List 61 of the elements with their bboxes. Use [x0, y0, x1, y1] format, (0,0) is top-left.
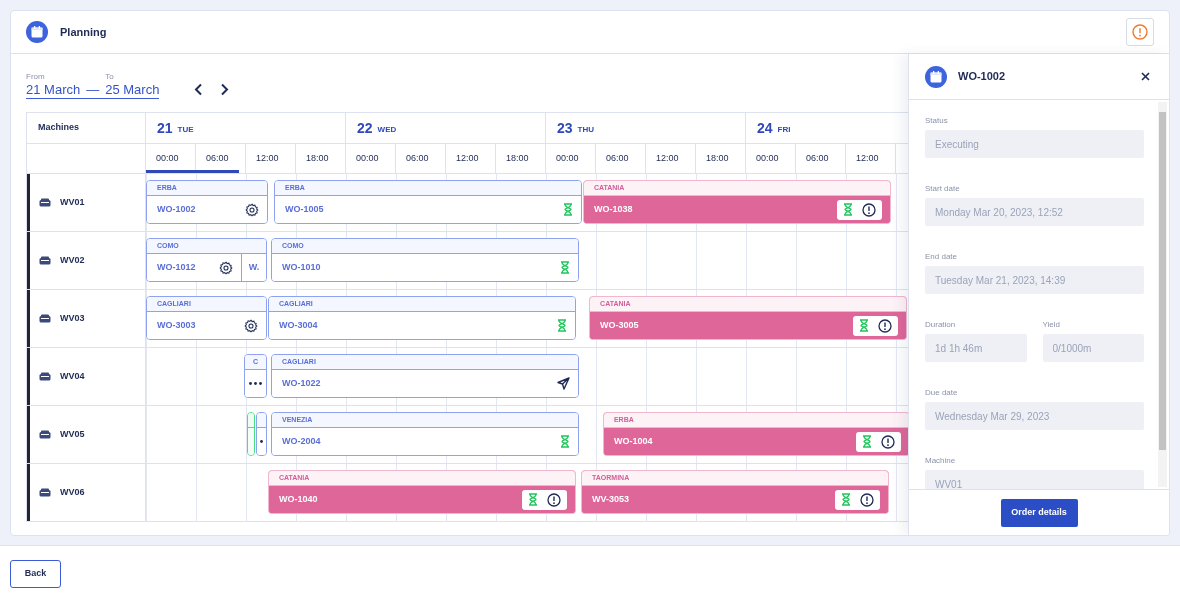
- time-label: 00:00: [556, 151, 579, 165]
- order-code: WO-1005: [285, 202, 324, 216]
- order-code: WO-1010: [282, 260, 321, 274]
- order-code: WO-1012: [157, 260, 196, 274]
- time-label: 06:00: [206, 151, 229, 165]
- field-label: Machine: [925, 456, 957, 466]
- back-button[interactable]: Back: [10, 559, 61, 588]
- field-label: Duration: [925, 320, 957, 330]
- machine-name: WV03: [60, 311, 85, 325]
- range-separator: —: [86, 82, 100, 97]
- time-label: 18:00: [306, 151, 329, 165]
- order-code: WO-1022: [282, 376, 321, 390]
- time-label: 00:00: [356, 151, 379, 165]
- column-heading: Machines: [38, 121, 79, 135]
- panel-title: WO-1002: [958, 69, 1006, 85]
- time-label: 06:00: [806, 151, 829, 165]
- order-code: WV-3053: [592, 492, 630, 506]
- time-label: 00:00: [756, 151, 779, 165]
- day-number: 22: [357, 118, 373, 138]
- order-code: WO-1002: [157, 202, 196, 216]
- to-label: To: [105, 72, 115, 81]
- time-label: 18:00: [706, 151, 729, 165]
- field-label: Yield: [1042, 320, 1061, 330]
- time-label: 12:00: [456, 151, 479, 165]
- from-date: 21 March: [26, 82, 81, 97]
- order-code: WO-3005: [600, 318, 639, 332]
- time-label: 06:00: [606, 151, 629, 165]
- order-code: WO-1038: [593, 202, 633, 216]
- time-label: 00:00: [156, 151, 179, 165]
- order-code: WO-1040: [278, 492, 318, 506]
- time-label: 06:00: [406, 151, 429, 165]
- time-label: 12:00: [856, 151, 879, 165]
- to-date: 25 March: [105, 82, 160, 97]
- field-label: End date: [925, 252, 959, 262]
- machine-name: WV01: [60, 195, 85, 209]
- order-details-button[interactable]: Order details: [1000, 498, 1078, 527]
- weekday-label: TUE: [177, 123, 194, 136]
- time-label: 18:00: [506, 151, 529, 165]
- time-label: 12:00: [656, 151, 679, 165]
- order-code: W.: [248, 260, 260, 274]
- day-number: 24: [757, 118, 773, 138]
- weekday-label: THU: [577, 123, 595, 136]
- order-code: WO-2004: [282, 434, 321, 448]
- machine-name: WV06: [60, 485, 85, 499]
- field-label: Status: [925, 116, 949, 126]
- page-title: Planning: [60, 24, 107, 40]
- day-number: 21: [157, 118, 173, 138]
- machine-name: WV02: [60, 253, 85, 267]
- from-label: From: [26, 72, 46, 81]
- weekday-label: WED: [377, 123, 397, 136]
- machine-name: WV05: [60, 427, 85, 441]
- field-label: Start date: [925, 184, 961, 194]
- order-code: WO-3004: [278, 318, 318, 332]
- order-code: WO-1004: [613, 434, 653, 448]
- day-number: 23: [557, 118, 573, 138]
- time-label: 12:00: [256, 151, 279, 165]
- field-label: Due date: [925, 388, 959, 398]
- machine-name: WV04: [60, 369, 85, 383]
- weekday-label: FRI: [777, 123, 791, 136]
- date-range-picker[interactable]: From 21 March — To 25 March: [26, 72, 160, 99]
- order-code: WO-3003: [157, 318, 196, 332]
